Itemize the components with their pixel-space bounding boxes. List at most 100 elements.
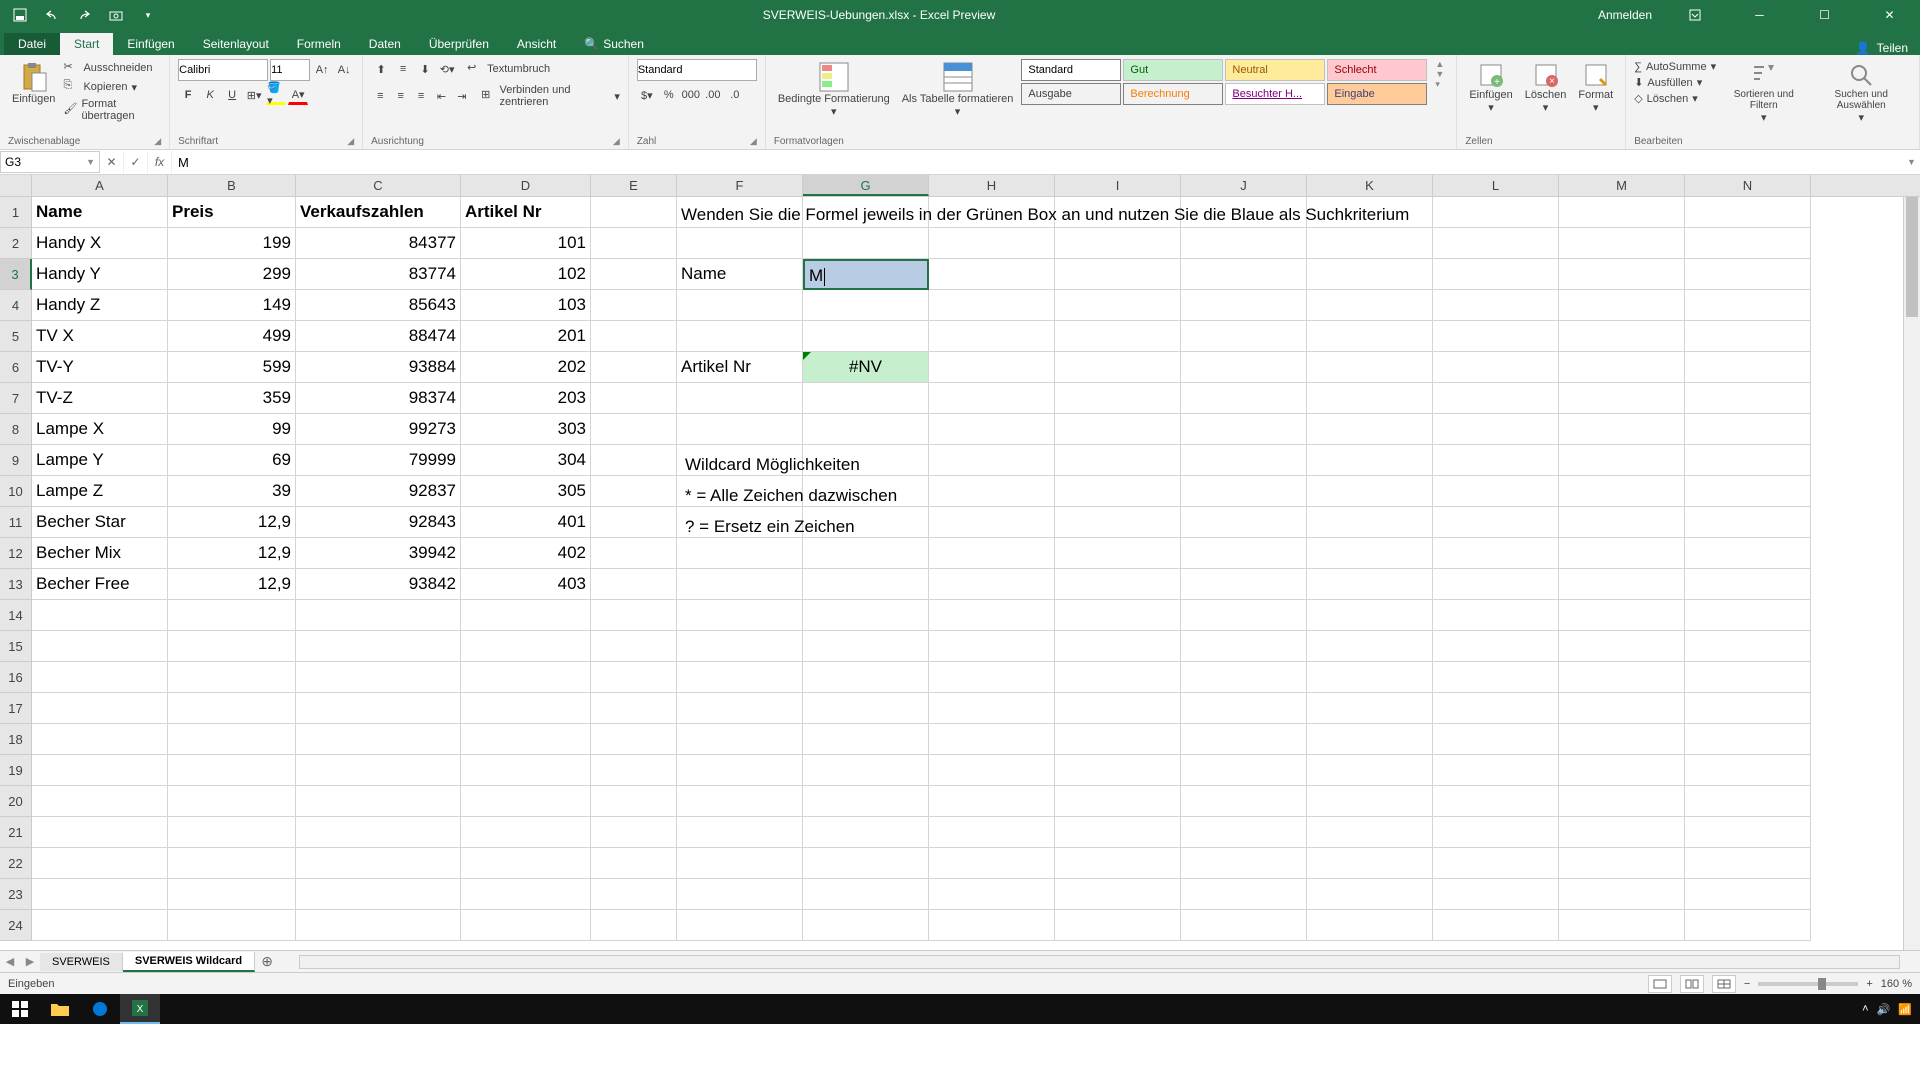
fill-color-button[interactable]: 🪣▾ (266, 85, 286, 105)
cell-J2[interactable] (1181, 228, 1307, 259)
styles-up-icon[interactable]: ▲ (1435, 59, 1444, 69)
cell-D12[interactable]: 402 (461, 538, 591, 569)
cell-K6[interactable] (1307, 352, 1433, 383)
cell-L19[interactable] (1433, 755, 1559, 786)
cell-J20[interactable] (1181, 786, 1307, 817)
font-color-button[interactable]: A▾ (288, 85, 308, 105)
cell-G21[interactable] (803, 817, 929, 848)
tab-insert[interactable]: Einfügen (113, 33, 188, 55)
cell-C16[interactable] (296, 662, 461, 693)
cell-D10[interactable]: 305 (461, 476, 591, 507)
cell-I8[interactable] (1055, 414, 1181, 445)
save-icon[interactable] (8, 3, 32, 27)
cell-D6[interactable]: 202 (461, 352, 591, 383)
undo-icon[interactable] (40, 3, 64, 27)
cell-H24[interactable] (929, 910, 1055, 941)
cell-C6[interactable]: 93884 (296, 352, 461, 383)
tab-start[interactable]: Start (60, 33, 113, 55)
cell-L5[interactable] (1433, 321, 1559, 352)
camera-icon[interactable] (104, 3, 128, 27)
wrap-text-button[interactable]: ↩Textumbruch (467, 60, 550, 78)
cell-N3[interactable] (1685, 259, 1811, 290)
cell-I19[interactable] (1055, 755, 1181, 786)
cell-I20[interactable] (1055, 786, 1181, 817)
cell-H3[interactable] (929, 259, 1055, 290)
cell-B11[interactable]: 12,9 (168, 507, 296, 538)
cell-K3[interactable] (1307, 259, 1433, 290)
zoom-in-button[interactable]: + (1866, 978, 1872, 990)
cell-I1[interactable] (1055, 197, 1181, 228)
row-header-24[interactable]: 24 (0, 910, 32, 941)
cell-M7[interactable] (1559, 383, 1685, 414)
cell-E9[interactable] (591, 445, 677, 476)
formula-input[interactable] (172, 151, 1903, 173)
cell-N6[interactable] (1685, 352, 1811, 383)
cell-M14[interactable] (1559, 600, 1685, 631)
share-button[interactable]: Teilen (1877, 41, 1908, 55)
increase-indent-icon[interactable]: ⇥ (453, 86, 471, 106)
cell-E12[interactable] (591, 538, 677, 569)
cell-I9[interactable] (1055, 445, 1181, 476)
row-header-4[interactable]: 4 (0, 290, 32, 321)
increase-decimal-icon[interactable]: .00 (703, 85, 723, 105)
cell-L22[interactable] (1433, 848, 1559, 879)
cell-J11[interactable] (1181, 507, 1307, 538)
cell-M19[interactable] (1559, 755, 1685, 786)
cell-H22[interactable] (929, 848, 1055, 879)
cell-H12[interactable] (929, 538, 1055, 569)
cell-J23[interactable] (1181, 879, 1307, 910)
insert-function-button[interactable]: fx (148, 151, 172, 173)
cell-M21[interactable] (1559, 817, 1685, 848)
cell-N13[interactable] (1685, 569, 1811, 600)
border-button[interactable]: ⊞▾ (244, 85, 264, 105)
row-header-11[interactable]: 11 (0, 507, 32, 538)
cell-D19[interactable] (461, 755, 591, 786)
italic-button[interactable]: K (200, 85, 220, 105)
cell-B9[interactable]: 69 (168, 445, 296, 476)
row-header-9[interactable]: 9 (0, 445, 32, 476)
cell-G3[interactable]: M (803, 259, 929, 290)
cell-B22[interactable] (168, 848, 296, 879)
volume-icon[interactable]: 🔊 (1877, 1003, 1891, 1016)
row-header-21[interactable]: 21 (0, 817, 32, 848)
cell-G12[interactable] (803, 538, 929, 569)
cell-H16[interactable] (929, 662, 1055, 693)
cell-L7[interactable] (1433, 383, 1559, 414)
ribbon-options-icon[interactable] (1672, 0, 1717, 30)
cell-N24[interactable] (1685, 910, 1811, 941)
cell-F18[interactable] (677, 724, 803, 755)
cell-J5[interactable] (1181, 321, 1307, 352)
cell-H15[interactable] (929, 631, 1055, 662)
cell-M20[interactable] (1559, 786, 1685, 817)
cell-A23[interactable] (32, 879, 168, 910)
vertical-scrollbar[interactable] (1903, 197, 1920, 950)
row-header-2[interactable]: 2 (0, 228, 32, 259)
cell-H11[interactable] (929, 507, 1055, 538)
cell-H10[interactable] (929, 476, 1055, 507)
cell-H4[interactable] (929, 290, 1055, 321)
cell-N10[interactable] (1685, 476, 1811, 507)
row-header-1[interactable]: 1 (0, 197, 32, 228)
row-header-13[interactable]: 13 (0, 569, 32, 600)
row-header-12[interactable]: 12 (0, 538, 32, 569)
enter-formula-button[interactable]: ✓ (124, 151, 148, 173)
cell-I17[interactable] (1055, 693, 1181, 724)
cell-J17[interactable] (1181, 693, 1307, 724)
col-header-B[interactable]: B (168, 175, 296, 196)
cell-M3[interactable] (1559, 259, 1685, 290)
cell-N21[interactable] (1685, 817, 1811, 848)
clear-button[interactable]: ◇Löschen ▾ (1634, 91, 1716, 106)
cell-E6[interactable] (591, 352, 677, 383)
cell-D2[interactable]: 101 (461, 228, 591, 259)
row-header-5[interactable]: 5 (0, 321, 32, 352)
cell-G23[interactable] (803, 879, 929, 910)
cell-H7[interactable] (929, 383, 1055, 414)
orientation-icon[interactable]: ⟲▾ (437, 59, 457, 79)
cell-L23[interactable] (1433, 879, 1559, 910)
cell-E17[interactable] (591, 693, 677, 724)
cell-J9[interactable] (1181, 445, 1307, 476)
cell-B20[interactable] (168, 786, 296, 817)
cell-J13[interactable] (1181, 569, 1307, 600)
cell-J6[interactable] (1181, 352, 1307, 383)
cell-C1[interactable]: Verkaufszahlen (296, 197, 461, 228)
